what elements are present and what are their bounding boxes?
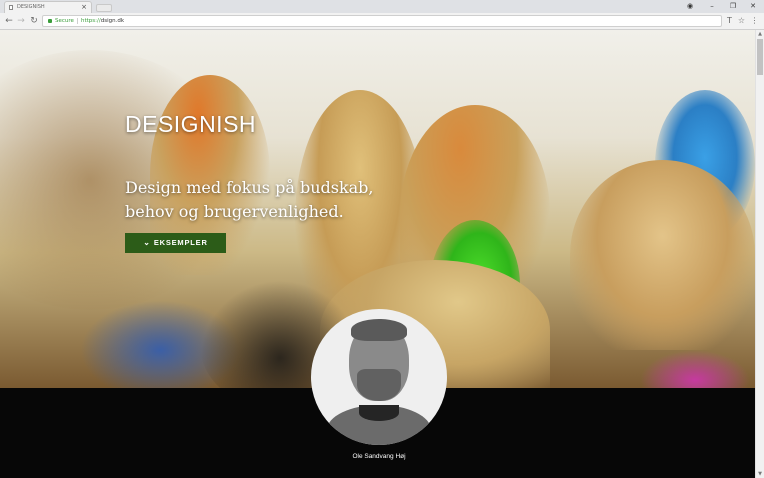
forward-button[interactable]: → [15,15,27,27]
pencil-blue-body [570,160,755,350]
profile-icon[interactable]: ◉ [679,0,701,12]
reload-button[interactable]: ↻ [28,15,40,27]
maximize-button[interactable]: ❐ [722,0,744,12]
site-title: DESIGNISH [125,111,257,137]
pencil-purple-tip [640,350,750,388]
lock-icon [48,19,52,23]
page-scrollbar[interactable]: ▲ ▼ [755,30,764,478]
browser-toolbar: ← → ↻ Secure https://dsign.dk T ☆ ⋮ [0,13,764,30]
secure-label: Secure [55,18,74,24]
url-host: dsign.dk [100,18,125,24]
person-name: Ole Sandvang Høj [352,453,406,460]
scroll-down-arrow-icon[interactable]: ▼ [756,470,764,478]
address-bar[interactable]: Secure https://dsign.dk [42,15,722,27]
close-tab-icon[interactable]: × [81,2,87,13]
scroll-up-arrow-icon[interactable]: ▲ [756,30,764,38]
examples-button-label: EKSEMPLER [153,238,208,247]
address-divider [77,18,78,24]
page-icon [9,5,13,10]
avatar-beard [357,369,401,401]
hero-tagline: Design med fokus på budskab, behov og br… [125,178,374,221]
url-scheme: https:// [81,18,101,24]
bookmark-star-icon[interactable]: ☆ [736,15,747,27]
avatar-hair [351,319,407,341]
translate-icon[interactable]: T [724,15,735,27]
chevron-down-icon: ⌄ [143,238,151,247]
tab-title: DESIGNISH [17,4,45,10]
browser-tab[interactable]: DESIGNISH × [4,1,92,13]
browser-menu-icon[interactable]: ⋮ [749,15,760,27]
profile-avatar [311,309,447,445]
close-window-button[interactable]: ✕ [742,0,764,12]
avatar-collar [359,405,399,421]
scroll-thumb[interactable] [757,39,763,75]
back-button[interactable]: ← [3,15,15,27]
examples-button[interactable]: ⌄ EKSEMPLER [125,233,226,253]
new-tab-button[interactable] [96,4,112,12]
url-text: https://dsign.dk [81,16,124,26]
tab-strip: DESIGNISH × ◉ – ❐ ✕ [0,0,764,13]
minimize-button[interactable]: – [701,0,723,12]
